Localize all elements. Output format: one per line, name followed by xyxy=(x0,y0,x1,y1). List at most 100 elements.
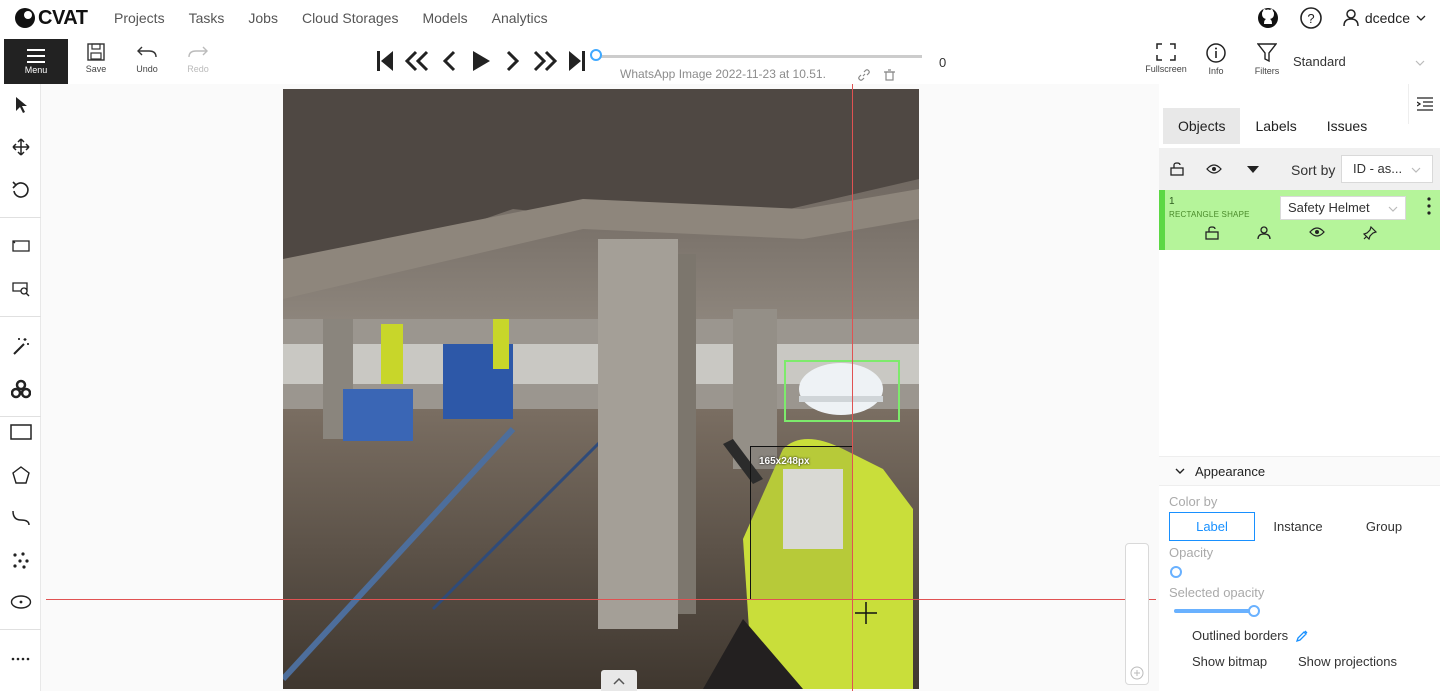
object-label-select[interactable]: Safety Helmet xyxy=(1280,196,1406,220)
drawing-rectangle[interactable] xyxy=(750,446,853,600)
zoom-in-icon xyxy=(1130,666,1144,680)
points-icon xyxy=(12,552,29,569)
color-by-group-option[interactable]: Group xyxy=(1341,512,1427,541)
draw-points-tool[interactable] xyxy=(0,545,41,575)
more-vertical-icon[interactable] xyxy=(1427,197,1431,215)
color-picker-icon[interactable] xyxy=(1295,629,1309,643)
cursor-tool[interactable] xyxy=(0,90,41,120)
zoom-region-tool[interactable] xyxy=(0,274,41,304)
show-projections-toggle[interactable]: Show projections xyxy=(1298,654,1397,669)
opencv-icon xyxy=(10,379,31,399)
draw-polyline-tool[interactable] xyxy=(0,502,41,532)
filter-icon xyxy=(1257,43,1277,63)
rotate-icon xyxy=(11,181,29,198)
draw-rectangle-tool[interactable] xyxy=(0,417,41,447)
color-by-instance-option[interactable]: Instance xyxy=(1255,512,1341,541)
filters-label: Filters xyxy=(1254,66,1280,76)
user-menu[interactable]: dcedce xyxy=(1343,9,1426,27)
tab-issues[interactable]: Issues xyxy=(1312,108,1382,144)
draw-ellipse-tool[interactable] xyxy=(0,587,41,617)
filters-button[interactable]: Filters xyxy=(1242,43,1292,76)
workspace-select[interactable]: Standard xyxy=(1293,54,1425,69)
eye-icon[interactable] xyxy=(1206,163,1222,175)
undo-button[interactable]: Undo xyxy=(127,43,167,74)
fit-image-tool[interactable] xyxy=(0,231,41,261)
chevron-down-icon xyxy=(1415,60,1425,66)
help-icon[interactable]: ? xyxy=(1299,6,1323,30)
color-by-label: Color by xyxy=(1169,494,1218,509)
tab-labels[interactable]: Labels xyxy=(1240,108,1311,144)
frame-slider-handle[interactable] xyxy=(590,49,602,61)
pin-icon[interactable] xyxy=(1363,226,1377,240)
frame-slider[interactable] xyxy=(596,55,922,58)
tab-objects[interactable]: Objects xyxy=(1163,108,1241,144)
redo-button[interactable]: Redo xyxy=(178,43,218,74)
rotate-tool[interactable] xyxy=(0,175,41,205)
selected-opacity-slider-handle[interactable] xyxy=(1248,605,1260,617)
frame-number-input[interactable]: 0 xyxy=(939,55,946,70)
eye-icon[interactable] xyxy=(1309,226,1325,238)
unlock-icon[interactable] xyxy=(1205,226,1219,240)
nav-tasks[interactable]: Tasks xyxy=(189,10,225,26)
logo-text: CVAT xyxy=(38,6,88,29)
safety-helmet-bbox[interactable] xyxy=(784,360,900,422)
backward-step-icon[interactable] xyxy=(404,47,430,75)
opacity-slider[interactable] xyxy=(1170,566,1184,578)
workspace-value: Standard xyxy=(1293,54,1346,69)
cvat-logo[interactable]: CVAT xyxy=(14,7,92,30)
selected-opacity-slider[interactable] xyxy=(1174,605,1260,617)
color-by-group: Label Instance Group xyxy=(1169,512,1427,541)
occluded-user-icon[interactable] xyxy=(1257,226,1271,240)
unlock-all-icon[interactable] xyxy=(1170,162,1184,176)
info-button[interactable]: Info xyxy=(1191,43,1241,76)
fit-icon xyxy=(11,240,30,252)
first-frame-icon[interactable] xyxy=(372,47,398,75)
nav-jobs[interactable]: Jobs xyxy=(248,10,278,26)
outlined-borders-label: Outlined borders xyxy=(1192,628,1289,643)
sort-select[interactable]: ID - as... xyxy=(1341,155,1433,183)
annotation-toolbar: Menu Save Undo Redo WhatsApp Image 2022-… xyxy=(0,39,1440,84)
chevron-down-icon xyxy=(1416,15,1426,21)
menu-fold-icon xyxy=(1416,97,1433,111)
nav-projects[interactable]: Projects xyxy=(114,10,165,26)
magic-wand-tool[interactable] xyxy=(0,331,41,361)
nav-models[interactable]: Models xyxy=(422,10,467,26)
previous-frame-icon[interactable] xyxy=(436,47,462,75)
polygon-icon xyxy=(11,466,30,484)
menu-label: Menu xyxy=(24,64,48,75)
draw-polygon-tool[interactable] xyxy=(0,460,41,490)
sort-by-label: Sort by xyxy=(1291,162,1336,178)
more-tools-button[interactable] xyxy=(0,644,41,674)
play-icon[interactable] xyxy=(468,47,494,75)
save-button[interactable]: Save xyxy=(76,43,116,74)
save-icon xyxy=(87,43,105,61)
fullscreen-button[interactable]: Fullscreen xyxy=(1141,43,1191,74)
color-by-label-option[interactable]: Label xyxy=(1169,512,1255,541)
chevron-down-icon xyxy=(1388,206,1398,212)
zoom-slider[interactable] xyxy=(1125,543,1149,685)
github-icon[interactable] xyxy=(1257,7,1279,29)
nav-cloud-storages[interactable]: Cloud Storages xyxy=(302,10,399,26)
appearance-header[interactable]: Appearance xyxy=(1159,456,1440,486)
object-item[interactable]: 1 RECTANGLE SHAPE Safety Helmet xyxy=(1159,190,1440,250)
forward-step-icon[interactable] xyxy=(532,47,558,75)
annotation-canvas[interactable]: 165x248px xyxy=(41,84,1159,691)
opacity-slider-handle[interactable] xyxy=(1170,566,1182,578)
caret-down-icon[interactable] xyxy=(1247,166,1259,174)
info-icon xyxy=(1206,43,1226,63)
sidebar-toggle[interactable] xyxy=(1408,84,1440,124)
show-bitmap-toggle[interactable]: Show bitmap xyxy=(1192,654,1267,669)
outlined-borders-row[interactable]: Outlined borders xyxy=(1192,628,1309,643)
last-frame-icon[interactable] xyxy=(564,47,590,75)
move-tool[interactable] xyxy=(0,132,41,162)
fullscreen-icon xyxy=(1156,43,1176,61)
collapse-panel-button[interactable] xyxy=(601,670,637,691)
nav-analytics[interactable]: Analytics xyxy=(492,10,548,26)
player-controls xyxy=(372,47,590,75)
next-frame-icon[interactable] xyxy=(500,47,526,75)
controls-sidebar xyxy=(0,84,41,691)
hamburger-icon xyxy=(27,48,45,63)
menu-button[interactable]: Menu xyxy=(4,39,68,84)
opencv-tool[interactable] xyxy=(0,374,41,404)
polyline-icon xyxy=(11,510,30,526)
